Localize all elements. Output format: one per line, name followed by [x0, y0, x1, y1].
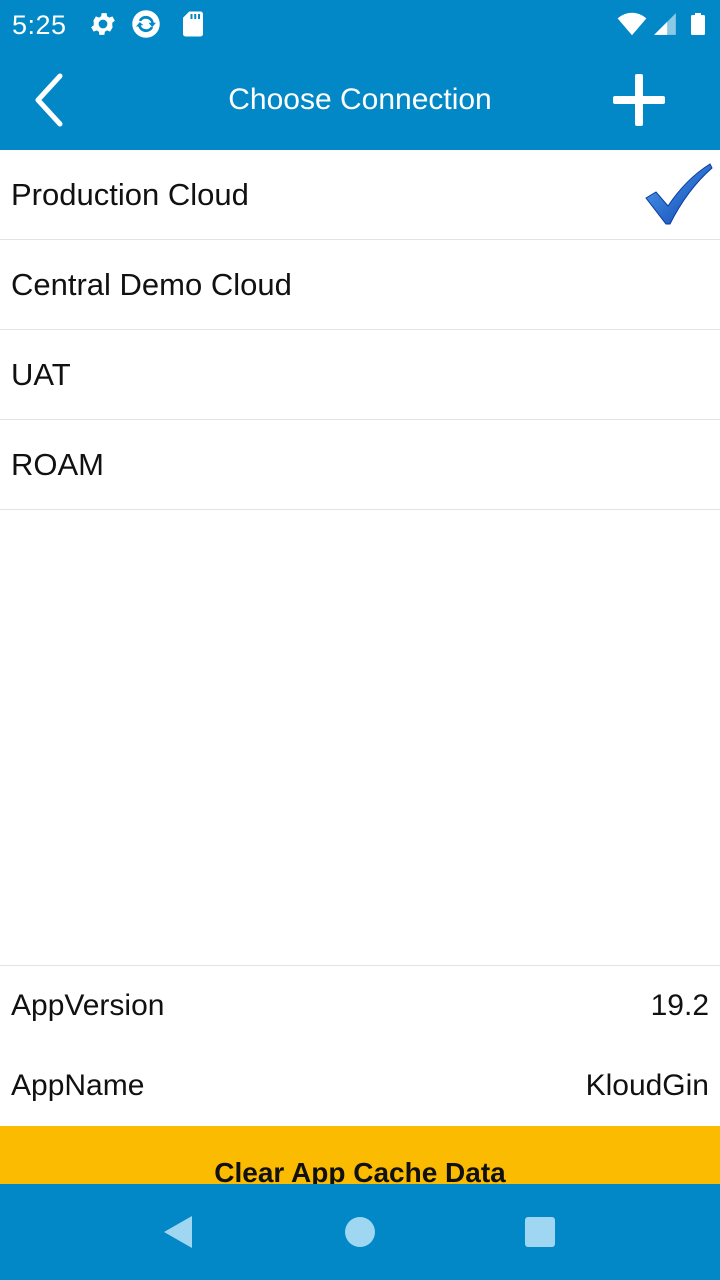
connection-list: Production Cloud Central Demo Cloud UAT …: [0, 150, 720, 510]
system-nav-bar: [0, 1184, 720, 1280]
connection-item-roam[interactable]: ROAM: [0, 420, 720, 510]
connection-label: Production Cloud: [11, 177, 249, 212]
connection-item-uat[interactable]: UAT: [0, 330, 720, 420]
recents-square-icon[interactable]: [520, 1212, 560, 1252]
app-bar: Choose Connection: [0, 50, 720, 150]
battery-icon: [691, 13, 705, 35]
add-connection-button[interactable]: [604, 70, 674, 130]
gear-icon: [91, 13, 115, 35]
status-time: 5:25: [12, 10, 67, 40]
clear-cache-label: Clear App Cache Data: [214, 1157, 506, 1184]
screen: 5:25 Choose Connection Production Cloud …: [0, 0, 720, 1280]
wifi-icon: [617, 12, 647, 36]
app-version-row: AppVersion 19.2: [0, 966, 720, 1046]
app-name-value: KloudGin: [585, 1069, 709, 1102]
connection-label: ROAM: [11, 447, 104, 482]
connection-label: Central Demo Cloud: [11, 267, 292, 302]
signal-icon: [654, 13, 676, 35]
connection-item-central-demo-cloud[interactable]: Central Demo Cloud: [0, 240, 720, 330]
status-bar: 5:25: [0, 0, 720, 50]
checkmark-icon: [645, 163, 713, 225]
clear-cache-button[interactable]: Clear App Cache Data: [0, 1126, 720, 1184]
app-name-label: AppName: [11, 1069, 145, 1102]
sync-icon: [132, 10, 160, 38]
back-triangle-icon[interactable]: [158, 1212, 198, 1252]
app-version-value: 19.2: [650, 989, 709, 1022]
home-circle-icon[interactable]: [340, 1212, 380, 1252]
connection-item-production-cloud[interactable]: Production Cloud: [0, 150, 720, 240]
sd-card-icon: [183, 11, 203, 37]
plus-icon: [613, 74, 665, 126]
app-info-section: AppVersion 19.2 AppName KloudGin: [0, 965, 720, 1126]
connection-label: UAT: [11, 357, 71, 392]
app-name-row: AppName KloudGin: [0, 1046, 720, 1126]
app-version-label: AppVersion: [11, 989, 165, 1022]
